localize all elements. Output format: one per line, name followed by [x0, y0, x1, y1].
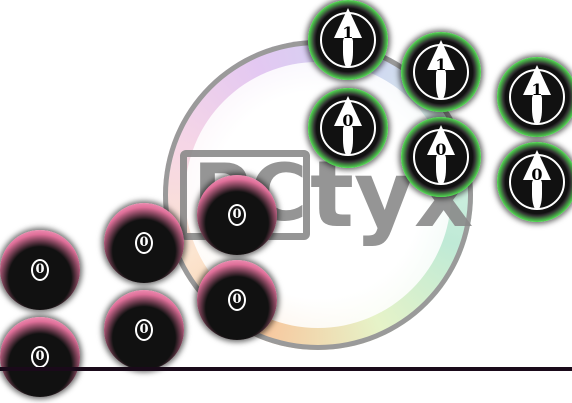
- note-label: 0: [31, 259, 49, 281]
- note-label: 1: [531, 80, 543, 100]
- green-arrow-note[interactable]: 0: [308, 88, 388, 168]
- pink-note[interactable]: 0: [104, 203, 184, 283]
- green-arrow-note[interactable]: 1: [497, 57, 572, 137]
- pink-note[interactable]: 0: [0, 317, 80, 397]
- note-label: 0: [435, 140, 447, 160]
- note-label: 0: [135, 319, 153, 341]
- pink-note[interactable]: 0: [0, 230, 80, 310]
- note-label: 0: [135, 232, 153, 254]
- green-arrow-note[interactable]: 1: [401, 32, 481, 112]
- note-label: 1: [342, 23, 354, 43]
- judgement-line: [0, 367, 572, 371]
- green-arrow-note[interactable]: 0: [497, 142, 572, 222]
- pink-note[interactable]: 0: [104, 290, 184, 370]
- green-arrow-note[interactable]: 1: [308, 0, 388, 80]
- note-label: 0: [342, 111, 354, 131]
- pink-note[interactable]: 0: [197, 260, 277, 340]
- note-label: 0: [228, 204, 246, 226]
- note-label: 0: [228, 289, 246, 311]
- green-arrow-note[interactable]: 0: [401, 117, 481, 197]
- note-label: 0: [31, 346, 49, 368]
- pink-note[interactable]: 0: [197, 175, 277, 255]
- note-label: 0: [531, 165, 543, 185]
- note-label: 1: [435, 55, 447, 75]
